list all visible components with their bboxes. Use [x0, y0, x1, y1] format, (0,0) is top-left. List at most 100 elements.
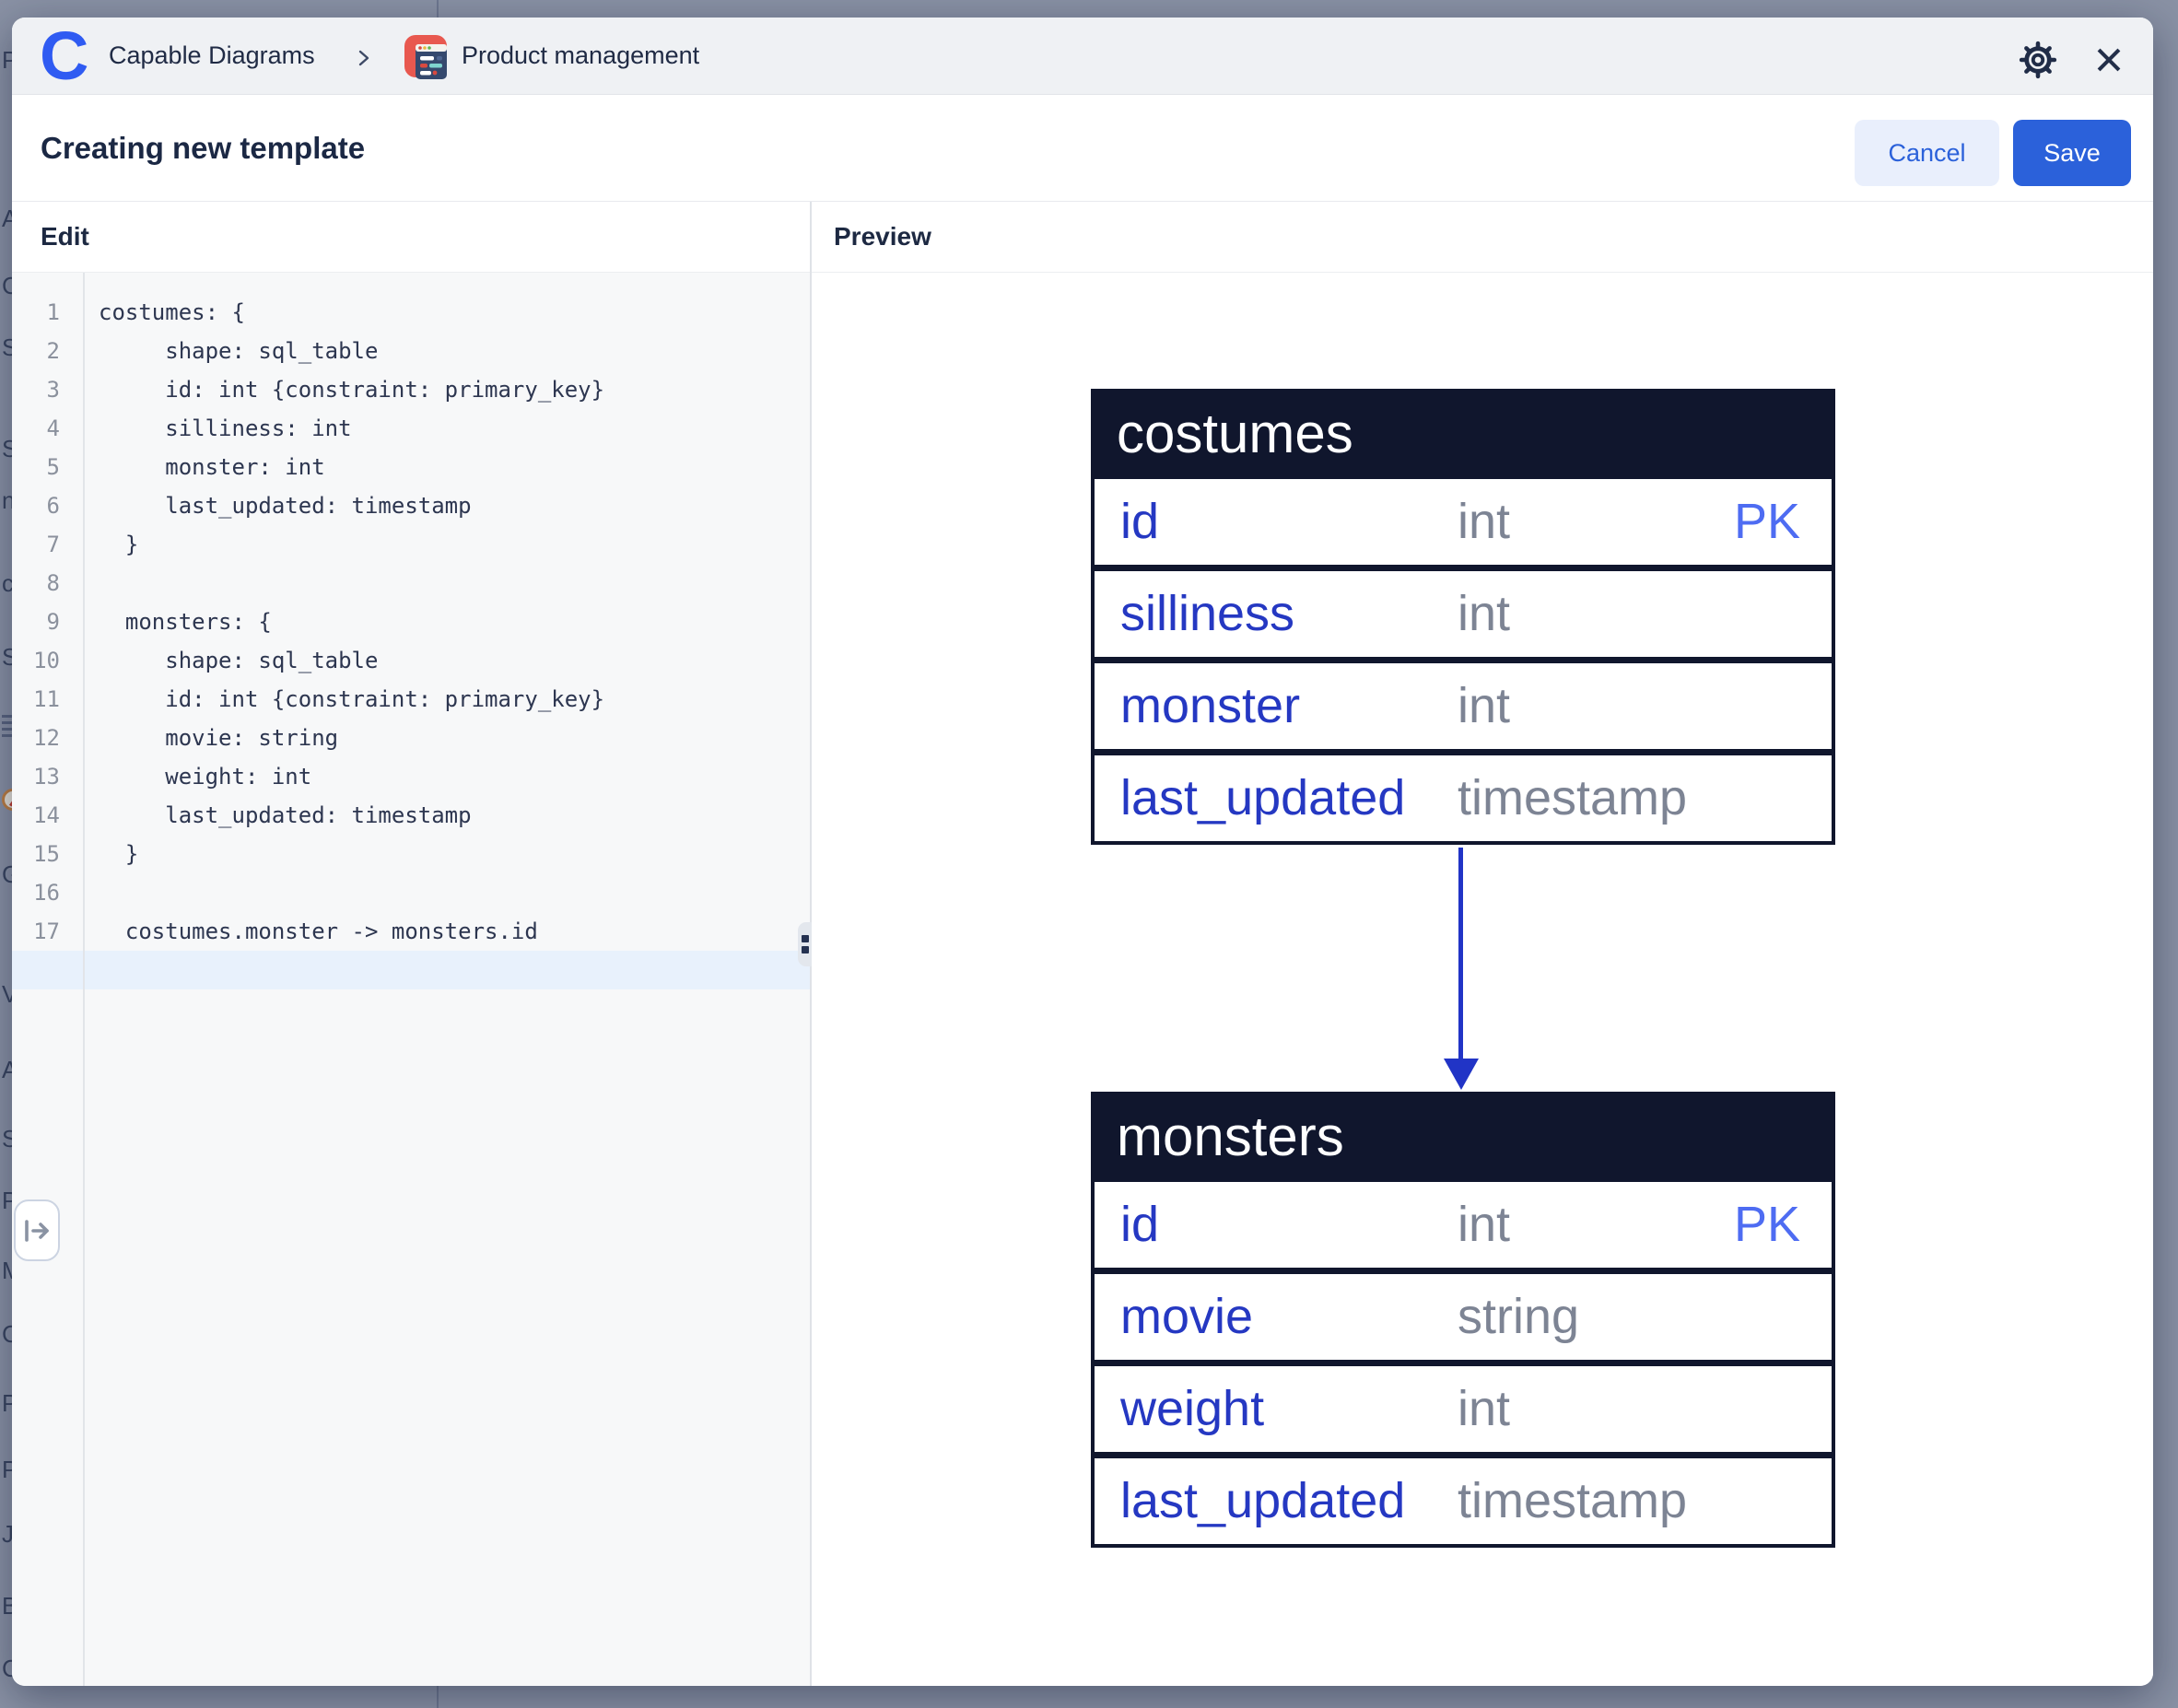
code-line-text: monster: int — [99, 448, 325, 486]
code-line: 8 — [12, 564, 810, 602]
code-line-text: silliness: int — [99, 409, 352, 448]
line-number: 16 — [12, 873, 60, 912]
field-name: id — [1120, 1182, 1159, 1268]
field-type: int — [1458, 1366, 1510, 1452]
relation-arrow — [1458, 848, 1463, 1060]
code-line: 9 monsters: { — [12, 602, 810, 641]
background-text-fragment: P — [2, 46, 12, 75]
breadcrumb-page[interactable]: Product management — [462, 41, 699, 70]
code-line: 15 } — [12, 835, 810, 873]
code-editor[interactable]: 1 costumes: { 2 shape: sql_table3 id: int … — [12, 273, 810, 1686]
code-line-text: last_updated: timestamp — [99, 486, 472, 525]
background-text-fragment: By — [2, 1592, 12, 1620]
line-number: 6 — [12, 486, 60, 525]
compass-icon — [2, 789, 12, 811]
edit-pane-label: Edit — [41, 222, 89, 252]
code-line-text: movie: string — [99, 719, 338, 757]
code-line: 7 } — [12, 525, 810, 564]
relation-arrow-head — [1444, 1059, 1479, 1090]
background-text-fragment: co — [2, 569, 12, 598]
breadcrumb-bar: C Capable Diagrams Product management — [12, 18, 2153, 95]
table-row: idintPK — [1095, 1182, 1832, 1268]
save-button[interactable]: Save — [2013, 120, 2131, 186]
field-type: int — [1458, 663, 1510, 749]
primary-key-badge: PK — [1734, 479, 1800, 565]
table-row: last_updated timestamp — [1095, 755, 1832, 841]
template-editor-modal: C Capable Diagrams Product management — [12, 18, 2153, 1686]
background-sidebar-strip: PAlCSpSHnocoSeGoViArSePrMClPrPrJuByCa — [0, 0, 12, 1708]
modal-title-row: Creating new template Cancel Save — [12, 95, 2153, 202]
line-number: 8 — [12, 564, 60, 602]
code-line: 11 id: int {constraint: primary_key} — [12, 680, 810, 719]
table-row: last_updatedtimestamp — [1095, 1458, 1832, 1544]
code-line: 13 weight: int — [12, 757, 810, 796]
line-number: 15 — [12, 835, 60, 873]
product-icon — [404, 35, 449, 79]
code-line-text: } — [99, 525, 138, 564]
code-line: 3 id: int {constraint: primary_key} — [12, 370, 810, 409]
background-text-fragment: no — [2, 486, 12, 515]
code-line: 1 costumes: { — [12, 293, 810, 332]
table-row: idintPK — [1095, 479, 1832, 565]
code-line: 12 movie: string — [12, 719, 810, 757]
background-text-fragment: Sp — [2, 333, 12, 362]
code-line: 10 shape: sql_table — [12, 641, 810, 680]
field-name: last_updated — [1120, 755, 1405, 841]
code-line-text: costumes: { — [99, 293, 245, 332]
background-column-divider-bottom — [437, 1686, 439, 1708]
settings-button[interactable] — [2018, 40, 2058, 80]
background-text-fragment: Pr — [2, 1389, 12, 1418]
background-text-fragment: Se — [2, 643, 12, 672]
line-number: 13 — [12, 757, 60, 796]
table-row: sillinessint — [1095, 571, 1832, 657]
background-text-fragment: M — [2, 1257, 12, 1285]
table-header: costumes — [1091, 389, 1835, 479]
field-name: monster — [1120, 663, 1300, 749]
pane-header-row: Edit Preview — [12, 202, 2153, 273]
field-type: timestamp — [1458, 755, 1687, 841]
field-type: string — [1458, 1274, 1579, 1360]
background-text-fragment: Vi — [2, 980, 12, 1009]
line-number: 4 — [12, 409, 60, 448]
table-row: movie string — [1095, 1274, 1832, 1360]
field-name: last_updated — [1120, 1458, 1405, 1544]
close-button[interactable] — [2089, 40, 2129, 80]
field-name: movie — [1120, 1274, 1253, 1360]
code-line-text: } — [99, 835, 138, 873]
code-line-text: id: int {constraint: primary_key} — [99, 680, 604, 719]
dimmed-backdrop: { "colors": { "accent": "#2b61da", "logo… — [0, 0, 2178, 1708]
code-line-text: shape: sql_table — [99, 332, 378, 370]
collapse-editor-button[interactable] — [14, 1199, 60, 1261]
close-icon — [2093, 44, 2125, 76]
background-column-divider-top — [437, 0, 439, 18]
indent-arrow-icon — [23, 1219, 51, 1243]
code-line: 16 — [12, 873, 810, 912]
field-type: int — [1458, 571, 1510, 657]
table-header: monsters — [1091, 1092, 1835, 1182]
background-text-fragment: Al — [2, 205, 12, 233]
code-line: 14 last_updated: timestamp — [12, 796, 810, 835]
line-number: 11 — [12, 680, 60, 719]
line-number: 2 — [12, 332, 60, 370]
line-number: 7 — [12, 525, 60, 564]
line-number: 14 — [12, 796, 60, 835]
background-text-fragment: SH — [2, 435, 12, 463]
line-number: 9 — [12, 602, 60, 641]
field-name: id — [1120, 479, 1159, 565]
code-line-text: id: int {constraint: primary_key} — [99, 370, 604, 409]
preview-pane-label: Preview — [834, 222, 931, 252]
background-text-fragment: Ar — [2, 1056, 12, 1084]
code-line: 17 costumes.monster -> monsters.id — [12, 912, 810, 951]
table-row: monster int — [1095, 663, 1832, 749]
chevron-right-icon — [357, 49, 371, 67]
code-line-text: weight: int — [99, 757, 311, 796]
cancel-button[interactable]: Cancel — [1855, 120, 1999, 186]
code-line: 4 silliness: int — [12, 409, 810, 448]
menu-lines-icon — [2, 715, 12, 741]
line-number: 12 — [12, 719, 60, 757]
background-text-fragment: Ju — [2, 1520, 12, 1549]
code-line: 5 monster: int — [12, 448, 810, 486]
breadcrumb-app[interactable]: Capable Diagrams — [109, 41, 315, 70]
line-number: 1 — [12, 293, 60, 332]
code-line-text: last_updated: timestamp — [99, 796, 472, 835]
